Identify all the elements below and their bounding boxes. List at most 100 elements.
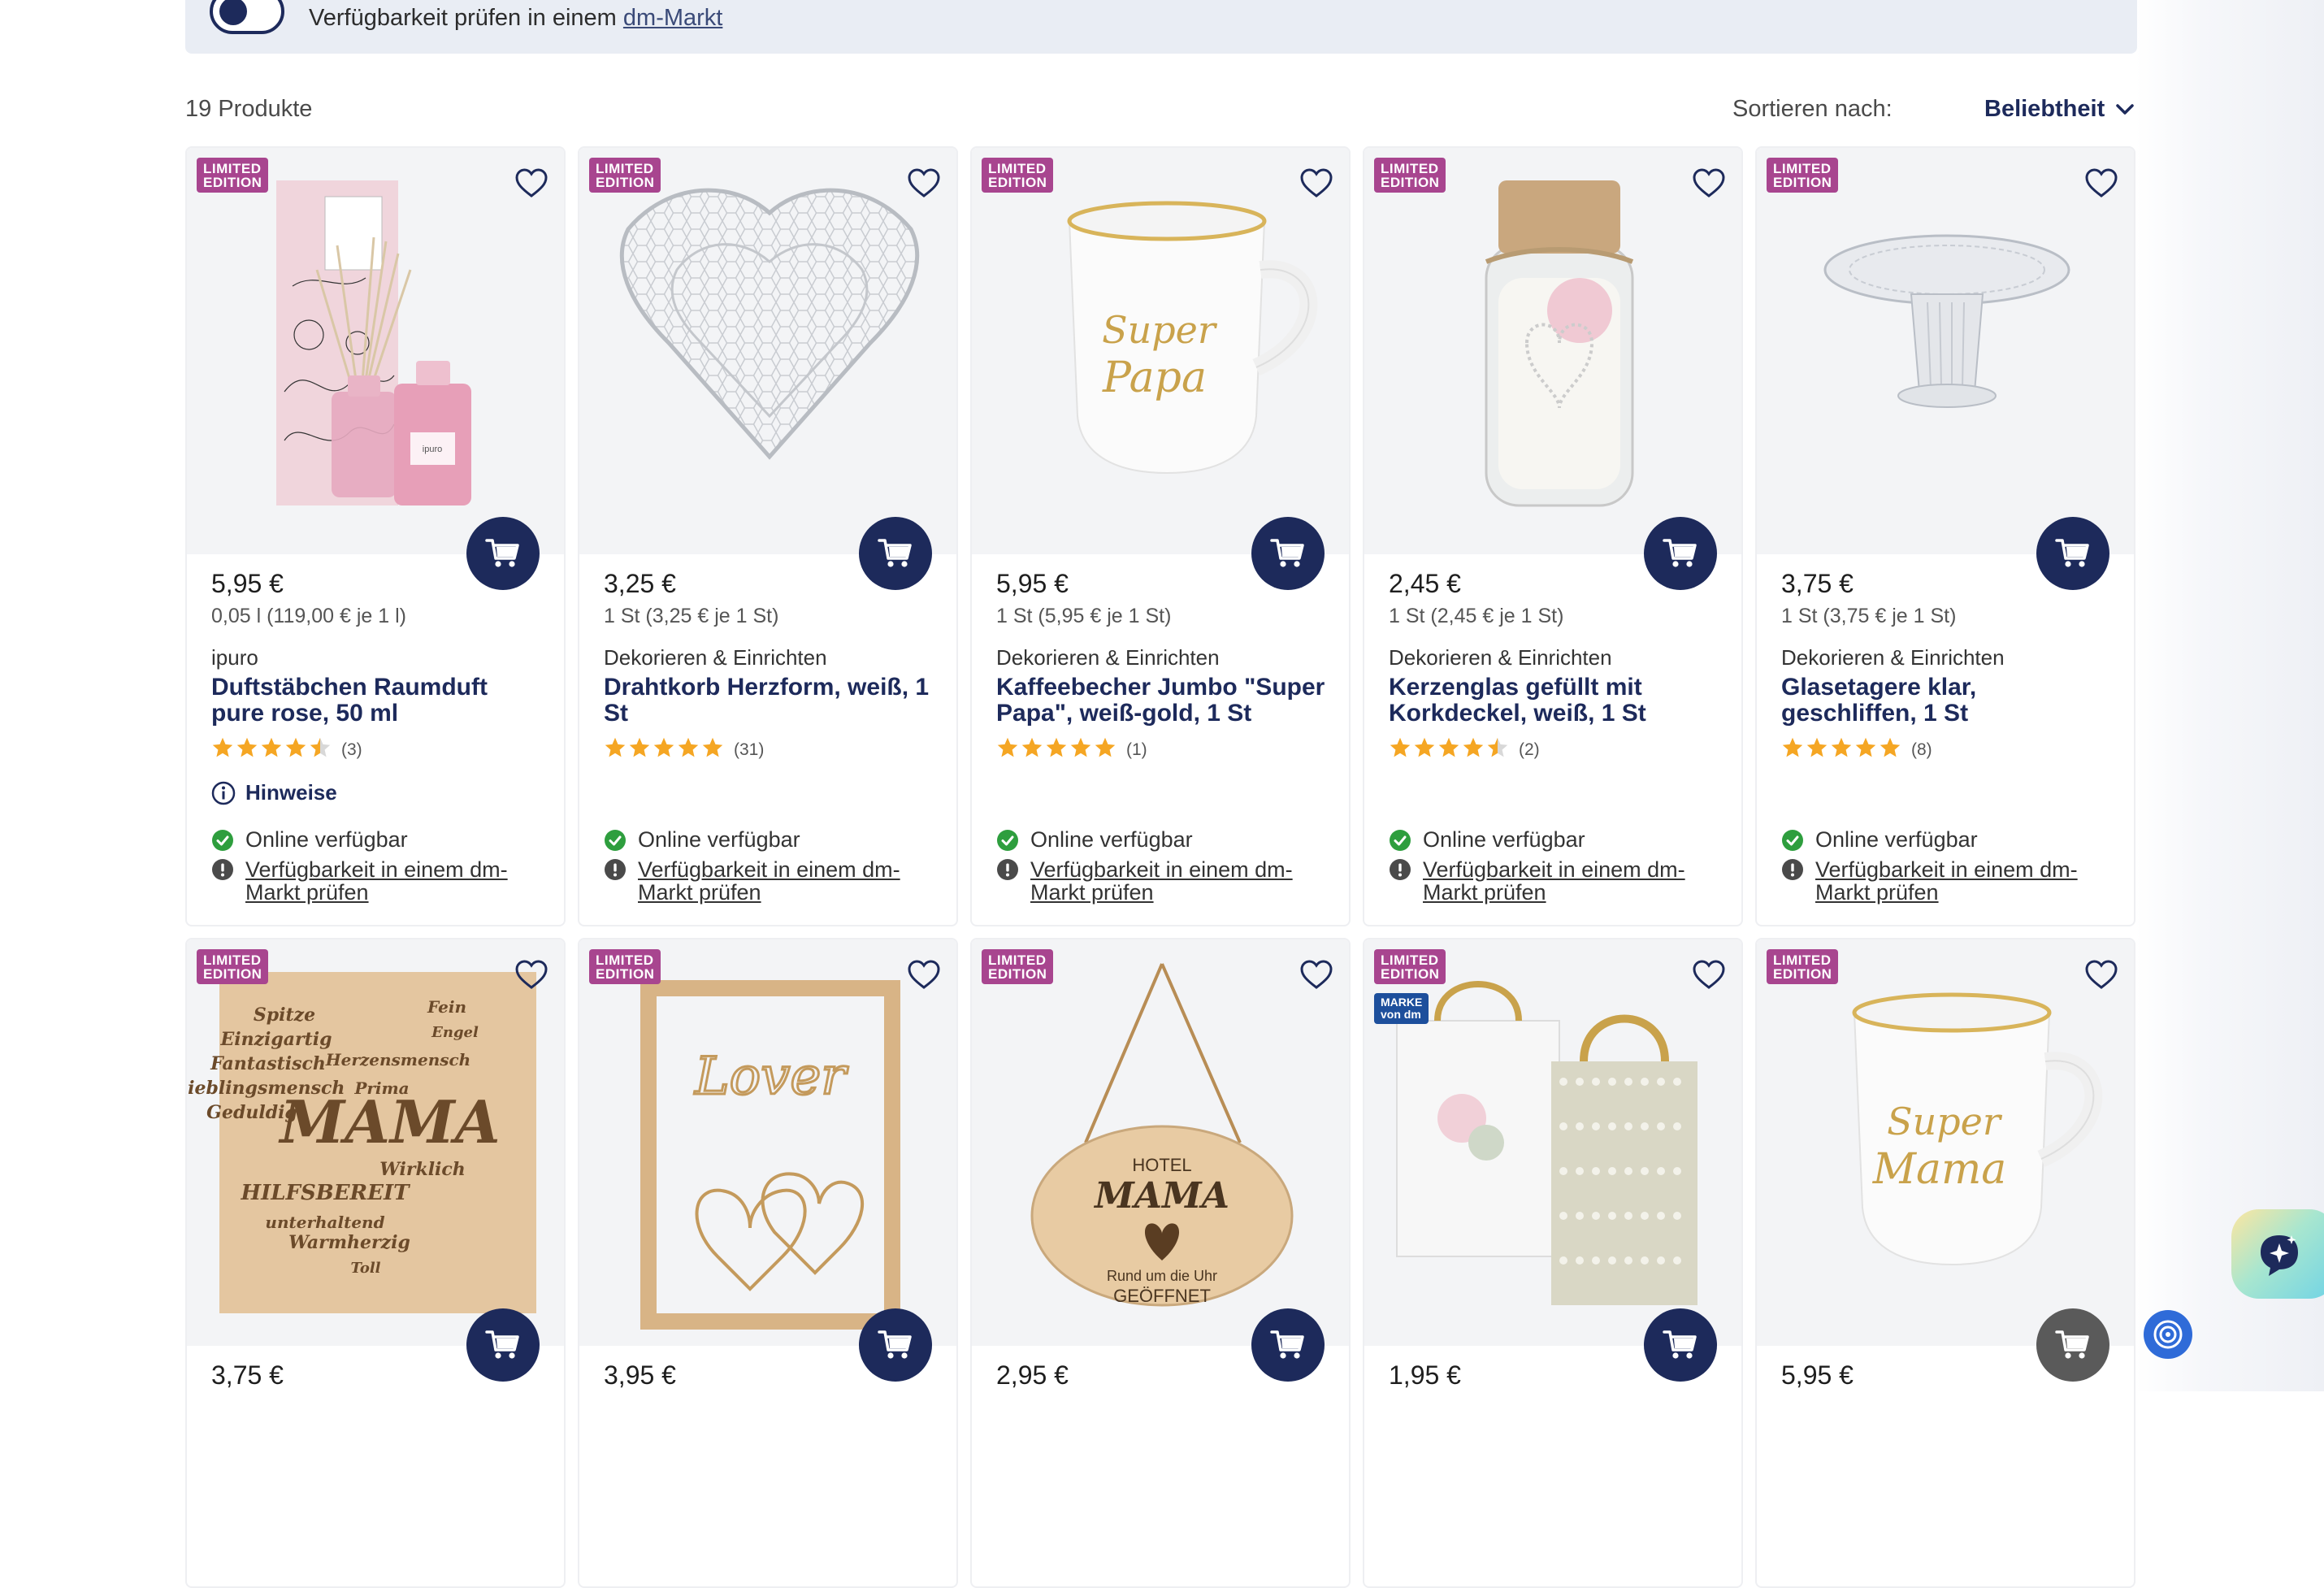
product-card[interactable]: ipuro LIMITED EDITION 5,95 € 0,05 l (119,00 … (185, 146, 566, 926)
mug-super-papa-image: Super Papa (1067, 201, 1318, 475)
limited-edition-badge: LIMITED EDITION (589, 158, 661, 193)
add-to-cart-button[interactable] (466, 1308, 540, 1382)
add-to-cart-button[interactable] (1644, 517, 1717, 590)
cart-icon (2055, 539, 2089, 567)
product-unit-price: 0,05 l (119,00 € je 1 l) (211, 605, 406, 627)
wishlist-heart-icon[interactable] (906, 957, 942, 993)
product-name[interactable]: Duftstäbchen Raumduft pure rose, 50 ml (211, 675, 544, 727)
product-unit-price: 1 St (3,25 € je 1 St) (604, 605, 779, 627)
check-circle-icon (211, 829, 234, 852)
wishlist-heart-icon[interactable] (1299, 166, 1334, 202)
add-to-cart-button[interactable] (2036, 1308, 2109, 1382)
store-availability-check[interactable]: Verfügbarkeit in einem dm-Markt prüfen (211, 858, 522, 904)
badge-line-2: EDITION (203, 966, 262, 982)
wishlist-heart-icon[interactable] (2083, 957, 2119, 993)
add-to-cart-button[interactable] (2036, 517, 2109, 590)
wishlist-heart-icon[interactable] (1691, 166, 1727, 202)
product-image[interactable]: HOTEL MAMA Rund um die Uhr GEÖFFNET (972, 939, 1349, 1346)
product-image[interactable] (579, 148, 956, 554)
product-card[interactable]: Lover LIMITED EDITION 3,95 € (578, 938, 958, 1588)
product-image[interactable] (1364, 148, 1741, 554)
store-availability-link[interactable]: Verfügbarkeit in einem dm-Markt prüfen (1030, 858, 1307, 904)
star-icon (1045, 736, 1068, 763)
badge-line-2: EDITION (1773, 966, 1832, 982)
marke-von-dm-badge: MARKE von dm (1374, 993, 1429, 1024)
rating-stars (1389, 736, 1509, 763)
star-icon (1806, 736, 1828, 763)
product-name[interactable]: Drahtkorb Herzform, weiß, 1 St (604, 675, 937, 727)
badge-line-2: EDITION (596, 175, 655, 190)
wishlist-heart-icon[interactable] (1299, 957, 1334, 993)
badge-line-1: LIMITED (1381, 161, 1439, 176)
product-image[interactable]: Lover (579, 939, 956, 1346)
badge-line-2: EDITION (1773, 175, 1832, 190)
svg-text:Super: Super (1887, 1100, 2003, 1143)
toggle-knob (219, 0, 247, 25)
product-name[interactable]: Glasetagere klar, geschliffen, 1 St (1781, 675, 2114, 727)
wishlist-heart-icon[interactable] (2083, 166, 2119, 202)
store-availability-link[interactable]: Verfügbarkeit in einem dm-Markt prüfen (245, 858, 522, 904)
badge-line-2: EDITION (1381, 175, 1440, 190)
add-to-cart-button[interactable] (859, 1308, 932, 1382)
product-card[interactable]: LIMITED EDITION MARKE von dm 1,95 € (1363, 938, 1743, 1588)
badge-line-2: EDITION (988, 966, 1047, 982)
store-availability-link[interactable]: Verfügbarkeit in einem dm-Markt prüfen (638, 858, 914, 904)
online-availability-label: Online verfügbar (638, 827, 800, 852)
sort-dropdown[interactable]: Beliebtheit (1984, 96, 2134, 123)
page-right-shade (2135, 0, 2324, 1391)
accessibility-button[interactable] (2144, 1310, 2192, 1359)
wood-frame-love-hearts-image: Lover (640, 980, 900, 1330)
product-image[interactable]: Super Mama (1757, 939, 2134, 1346)
product-card[interactable]: LIMITED EDITION 2,45 € 1 St (2,45 € je 1 St… (1363, 146, 1743, 926)
star-icon (996, 736, 1019, 763)
product-name[interactable]: Kerzenglas gefüllt mit Korkdeckel, weiß,… (1389, 675, 1722, 727)
wishlist-heart-icon[interactable] (906, 166, 942, 202)
dm-markt-link[interactable]: dm-Markt (623, 5, 722, 31)
product-card[interactable]: Super Mama LIMITED EDITION 5,95 € (1755, 938, 2135, 1588)
add-to-cart-button[interactable] (466, 517, 540, 590)
product-name[interactable]: Kaffeebecher Jumbo "Super Papa", weiß-go… (996, 675, 1329, 727)
store-availability-check[interactable]: Verfügbarkeit in einem dm-Markt prüfen (1389, 858, 1699, 904)
star-icon (677, 736, 700, 763)
product-image[interactable]: ipuro (187, 148, 564, 554)
store-availability-check[interactable]: Verfügbarkeit in einem dm-Markt prüfen (604, 858, 914, 904)
badge-line-1: LIMITED (1773, 161, 1832, 176)
add-to-cart-button[interactable] (1644, 1308, 1717, 1382)
product-grid: ipuro LIMITED EDITION 5,95 €0,05 l (119,00 … (185, 146, 2137, 1588)
star-icon (1413, 736, 1436, 763)
cart-icon (1270, 1330, 1304, 1359)
wishlist-heart-icon[interactable] (1691, 957, 1727, 993)
store-availability-link[interactable]: Verfügbarkeit in einem dm-Markt prüfen (1815, 858, 2092, 904)
product-image[interactable]: Spitze Fein Einzigartig Engel Fantastisch Her… (187, 939, 564, 1346)
wishlist-heart-icon[interactable] (514, 957, 549, 993)
svg-text:Spitze: Spitze (254, 1004, 315, 1026)
sort-label: Sortieren nach: (1732, 96, 1893, 122)
product-card[interactable]: Spitze Fein Einzigartig Engel Fantastisch Her… (185, 938, 566, 1588)
product-image[interactable] (1757, 148, 2134, 554)
svg-text:Toll: Toll (350, 1260, 380, 1277)
online-availability-label: Online verfügbar (1030, 827, 1193, 852)
product-card[interactable]: LIMITED EDITION 3,75 € 1 St (3,75 € je 1 St… (1755, 146, 2135, 926)
store-availability-link[interactable]: Verfügbarkeit in einem dm-Markt prüfen (1423, 858, 1699, 904)
product-card[interactable]: HOTEL MAMA Rund um die Uhr GEÖFFNET LIMIT… (970, 938, 1351, 1588)
wishlist-heart-icon[interactable] (514, 166, 549, 202)
ipuro-diffuser-image: ipuro (276, 180, 471, 505)
product-rating: (31) (604, 736, 764, 763)
hinweise-link[interactable]: Hinweise (211, 780, 337, 805)
hotel-mama-sign-image: HOTEL MAMA Rund um die Uhr GEÖFFNET (1030, 963, 1294, 1307)
store-availability-check[interactable]: Verfügbarkeit in einem dm-Markt prüfen (996, 858, 1307, 904)
add-to-cart-button[interactable] (859, 517, 932, 590)
store-availability-toggle[interactable] (210, 0, 284, 34)
product-card[interactable]: Super Papa LIMITED EDITION 5,95 € 1 St (5,95… (970, 146, 1351, 926)
product-price: 2,95 € (996, 1360, 1069, 1390)
product-image[interactable]: Super Papa (972, 148, 1349, 554)
add-to-cart-button[interactable] (1251, 517, 1325, 590)
limited-edition-badge: LIMITED EDITION (589, 949, 661, 984)
store-availability-label: Verfügbarkeit prüfen in einem dm-Markt (309, 5, 722, 32)
product-card[interactable]: LIMITED EDITION 3,25 € 1 St (3,25 € je 1 St… (578, 146, 958, 926)
limited-edition-badge: LIMITED EDITION (1767, 949, 1839, 984)
ai-assistant-button[interactable] (2231, 1209, 2324, 1299)
add-to-cart-button[interactable] (1251, 1308, 1325, 1382)
store-availability-check[interactable]: Verfügbarkeit in einem dm-Markt prüfen (1781, 858, 2092, 904)
rating-stars (211, 736, 332, 763)
